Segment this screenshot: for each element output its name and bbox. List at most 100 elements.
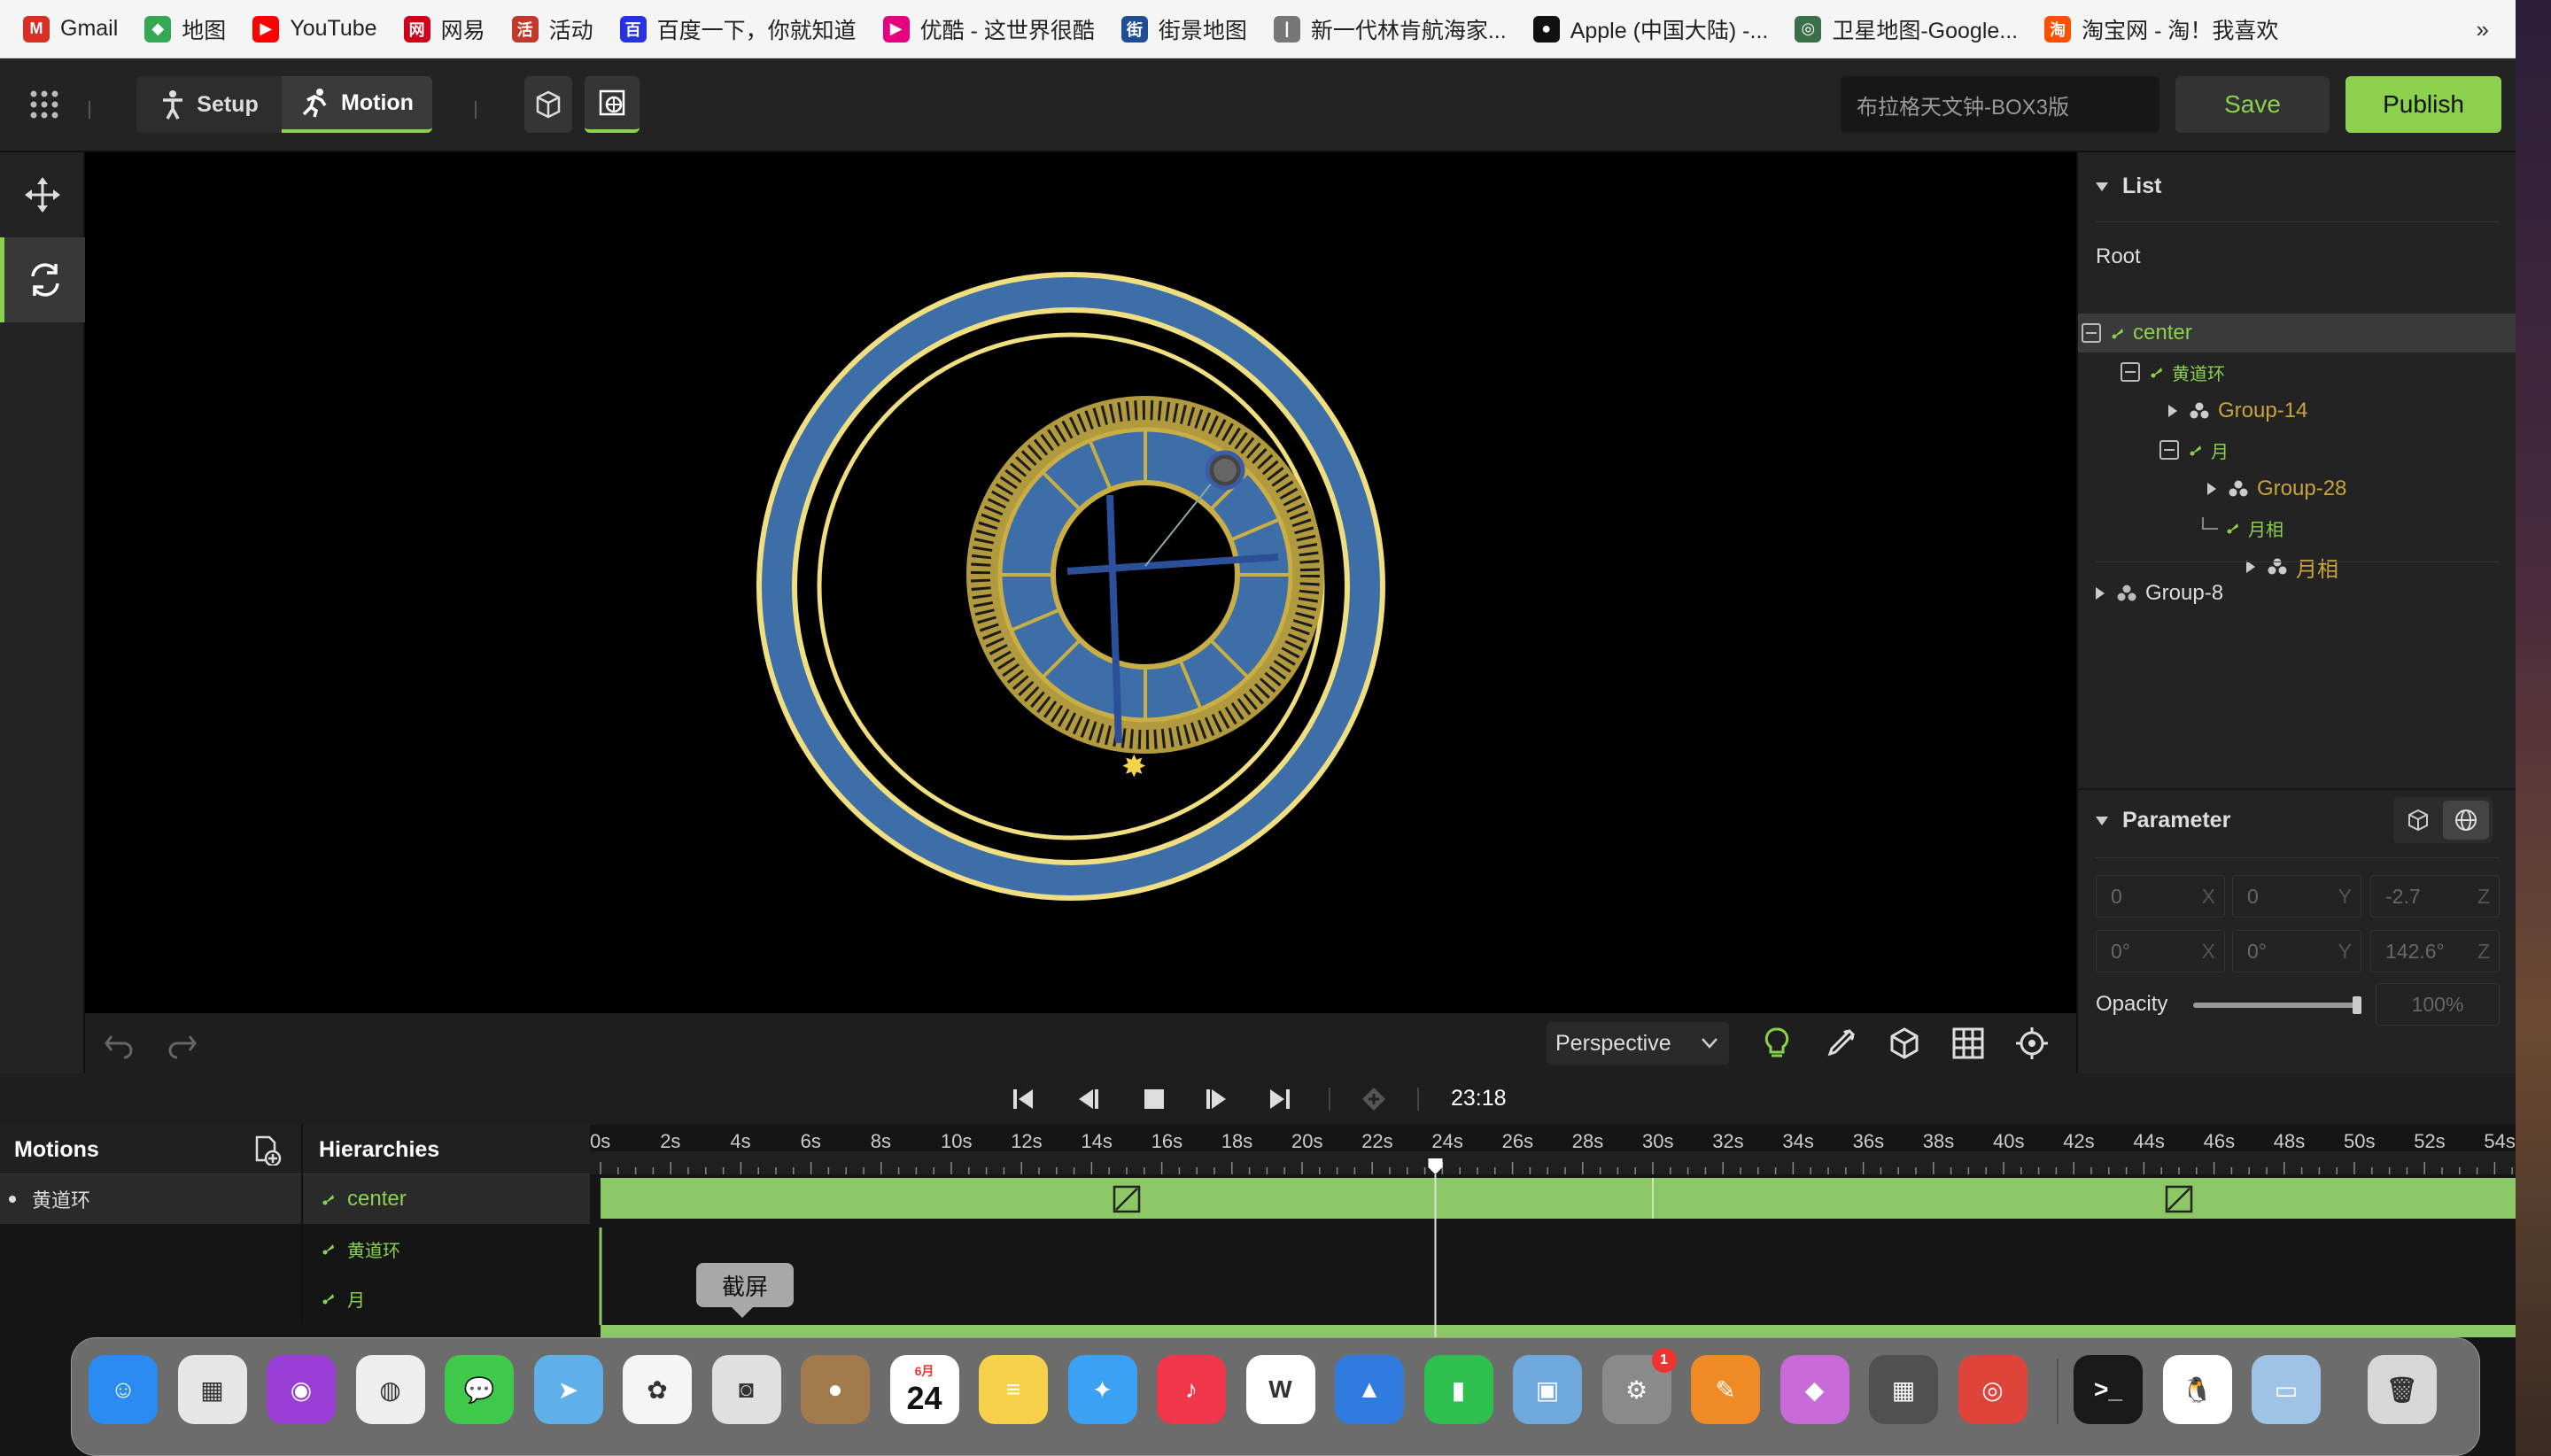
bookmark-item[interactable]: 百百度一下，你就知道 [619,13,857,45]
cube-icon[interactable] [1887,1026,1922,1061]
rotation-z-field[interactable]: 142.6° Z [2370,930,2500,972]
camera-mode-select[interactable]: Perspective [1547,1022,1729,1065]
timeline-hierarchy-row[interactable]: 黄道环 [301,1224,590,1274]
playhead-handle[interactable] [1428,1158,1443,1174]
cube-icon[interactable] [2406,808,2431,833]
grid-icon[interactable] [1950,1026,1986,1061]
stop-icon[interactable] [1141,1086,1167,1112]
globe-toggle-active[interactable] [2443,801,2489,840]
3d-viewport[interactable]: ✸ [85,152,2076,1013]
expand-arrow-icon[interactable] [2168,405,2177,417]
skip-to-start-icon[interactable] [1010,1086,1036,1112]
finder-icon[interactable]: ☺ [89,1355,158,1424]
skip-to-end-icon[interactable] [1267,1086,1293,1112]
redo-icon[interactable] [167,1027,198,1059]
rotation-y-field[interactable]: 0° Y [2232,930,2361,972]
step-back-icon[interactable] [1074,1086,1100,1112]
calendar-icon[interactable]: 6月 24 [889,1355,959,1424]
numbers-icon[interactable]: ▮ [1423,1355,1493,1424]
rotate-tool-button[interactable] [0,237,85,322]
instruments-icon[interactable]: ◎ [1958,1355,2028,1424]
collapse-toggle-icon[interactable] [2159,440,2179,460]
preview-icon[interactable]: ▣ [1513,1355,1582,1424]
tree-item-bone[interactable]: 月 [2159,430,2229,469]
system-settings-icon[interactable]: ⚙ 1 [1601,1348,1677,1424]
bookmark-item[interactable]: 街街景地图 [1120,13,1247,45]
maps-app-icon[interactable]: ➤ [533,1355,603,1424]
bone-pen-icon[interactable] [1823,1026,1858,1061]
wps-icon[interactable]: W [1245,1355,1315,1424]
timeline-hierarchy-row[interactable]: center [301,1174,590,1224]
astronomical-clock-scene[interactable]: ✸ [85,152,2076,1013]
setup-tab[interactable]: Setup [136,76,282,133]
chrome-icon[interactable]: ◍ [355,1355,425,1424]
tree-item-group-8[interactable]: Group-8 [2096,574,2223,613]
keynote-icon[interactable]: ▲ [1335,1355,1404,1424]
collapse-toggle-icon[interactable] [2121,362,2140,382]
bookmark-item[interactable]: 网网易 [403,13,485,45]
undo-icon[interactable] [103,1027,135,1059]
launchpad-icon[interactable]: ▦ [177,1355,247,1424]
pages-icon[interactable]: ✎ [1691,1355,1760,1424]
apps-grid-button[interactable] [21,76,67,133]
publish-button[interactable]: Publish [2346,76,2501,133]
bookmark-item[interactable]: 淘淘宝网 - 淘！我喜欢 [2044,13,2278,45]
contacts-icon[interactable]: ● [801,1355,870,1424]
timeline-ruler[interactable] [590,1151,2548,1174]
photos-icon[interactable]: ✿ [623,1355,692,1424]
gradient-app-icon[interactable]: ◆ [1779,1355,1849,1424]
trash-icon[interactable]: 🗑 [2367,1355,2437,1424]
target-icon[interactable] [2014,1026,2050,1061]
preview-image-icon[interactable]: ▭ [2252,1355,2321,1424]
tree-item-bone[interactable]: center [2078,314,2517,352]
local-space-button[interactable] [524,76,572,133]
world-space-button[interactable] [585,76,640,133]
bookmark-item[interactable]: | 新一代林肯航海家... [1273,13,1507,45]
opacity-slider-handle[interactable] [2353,996,2361,1014]
bookmark-item[interactable]: ▶ 优酷 - 这世界很酷 [882,13,1095,45]
music-icon[interactable]: ♪ [1157,1355,1226,1424]
notes-icon[interactable]: ≡ [979,1355,1048,1424]
motion-tab[interactable]: Motion [282,76,432,133]
bookmark-item[interactable]: 活活动 [511,13,593,45]
screenshot-icon[interactable]: ◙ [711,1355,781,1424]
center-track-clip[interactable] [601,1178,2516,1219]
tree-item-bone[interactable]: 月相 [2198,508,2283,547]
messages-icon[interactable]: 💬 [445,1355,514,1424]
parameter-panel-header[interactable]: Parameter [2096,808,2230,833]
podcasts-icon[interactable]: ◉ [267,1355,336,1424]
play-icon[interactable] [1203,1086,1229,1112]
tree-item-group[interactable]: Group-14 [2159,391,2307,430]
save-button[interactable]: Save [2175,76,2330,133]
qq-icon[interactable]: 🐧 [2162,1355,2232,1424]
timeline-tracks[interactable] [590,1174,2516,1337]
motion-item[interactable]: 黄道环 [0,1174,301,1224]
lower-track-clip[interactable] [601,1325,2516,1337]
expand-arrow-icon[interactable] [2207,483,2216,495]
project-name-field[interactable]: 布拉格天文钟-BOX3版 [1841,76,2159,133]
move-tool-button[interactable] [0,152,85,237]
bookmark-item[interactable]: M Gmail [23,15,118,43]
lightbulb-icon[interactable] [1759,1026,1795,1061]
safari-icon[interactable]: ✦ [1067,1355,1137,1424]
tree-item-group[interactable]: Group-28 [2198,469,2346,508]
list-panel-header[interactable]: List [2096,174,2161,199]
bookmark-item[interactable]: ▶ YouTube [252,15,377,43]
position-z-field[interactable]: -2.7 Z [2370,875,2500,918]
collapse-toggle-icon[interactable] [2082,323,2101,343]
timeline-hierarchy-row[interactable]: 月 [301,1274,590,1323]
tree-item-bone[interactable]: 黄道环 [2121,352,2225,391]
opacity-value-field[interactable]: 100% [2376,983,2500,1026]
opacity-slider-track[interactable] [2193,996,2361,1014]
tree-item-group[interactable]: 月相 [2237,547,2338,586]
expand-arrow-icon[interactable] [2246,561,2255,573]
calculator-icon[interactable]: ▦ [1869,1355,1938,1424]
bookmark-item[interactable]: ● Apple (中国大陆) -... [1532,13,1768,45]
bookmark-item[interactable]: ◎ 卫星地图-Google... [1795,13,2018,45]
add-keyframe-icon[interactable] [1361,1086,1387,1112]
position-y-field[interactable]: 0Y [2232,875,2361,918]
rotation-x-field[interactable]: 0° X [2096,930,2225,972]
bookmark-item[interactable]: ◆ 地图 [144,13,226,45]
terminal-icon[interactable]: >_ [2074,1355,2143,1424]
bookmarks-overflow-button[interactable]: » [2477,16,2489,43]
